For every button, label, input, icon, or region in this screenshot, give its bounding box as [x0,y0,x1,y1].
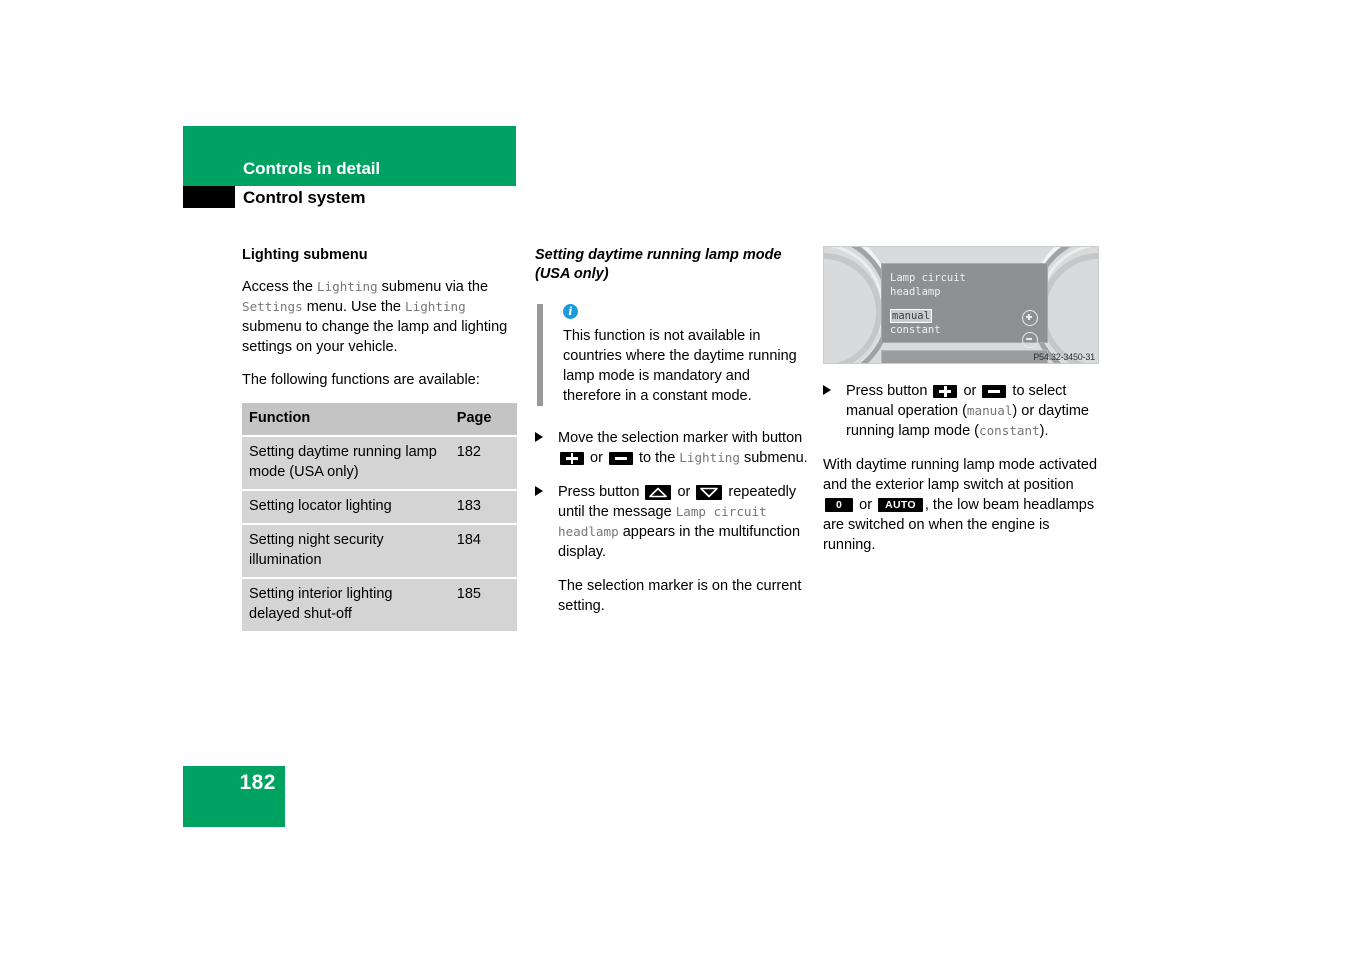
info-note-text: This function is not available in countr… [563,328,797,404]
info-icon: i [563,304,578,319]
mono-manual: manual [966,403,1013,418]
lamp-switch-auto-badge: AUTO [878,498,923,513]
note-side-bar [537,304,543,406]
page-number-box: 182 [183,766,285,827]
daytime-running-lamp-heading: Setting daytime running lamp mode (USA o… [535,247,782,282]
text-fragment: submenu to change the lamp and lighting … [242,319,508,355]
section-marker-tab [183,186,235,208]
table-row: Setting interior lighting delayed shut-o… [242,578,517,631]
table-row: Setting night security illumination 184 [242,524,517,579]
cell-page: 185 [449,578,517,631]
cell-page: 183 [449,490,517,525]
display-line-2: headlamp [890,286,941,298]
instrument-cluster-figure: Lamp circuit headlamp manual constant P5… [823,246,1099,364]
plus-button-icon [560,451,584,465]
column-header-function: Function [242,403,450,437]
mono-lighting-1: Lighting [316,279,378,294]
text-fragment: or [959,383,981,399]
mono-lighting: Lighting [679,450,740,465]
bullet-arrow-icon [823,385,831,395]
step-press-button-until-message: Press button or repeatedly until the mes… [535,482,811,562]
functions-table: Function Page Setting daytime running la… [242,403,517,631]
cell-function: Setting daytime running lamp mode (USA o… [242,436,450,491]
right-column: Lamp circuit headlamp manual constant P5… [823,246,1101,555]
cell-function: Setting locator lighting [242,490,450,525]
bullet-arrow-icon [535,486,543,496]
figure-code: P54.32-3450-31 [1033,352,1095,362]
functions-intro: The following functions are available: [242,372,480,388]
text-fragment: menu. Use the [302,299,406,315]
lighting-submenu-description: Access the Lighting submenu via the Sett… [242,277,518,357]
display-option-other: constant [890,324,941,336]
text-fragment: submenu. [739,450,808,466]
minus-button-icon [982,384,1007,398]
text-fragment: submenu via the [377,279,489,295]
left-column: Lighting submenu Access the Lighting sub… [242,246,518,631]
info-note-box: i This function is not available in coun… [535,304,811,406]
display-line-1: Lamp circuit [890,272,966,284]
text-fragment: ). [1039,423,1049,439]
step-move-selection-marker: Move the selection marker with button or… [535,428,811,468]
step-press-button-select-mode: Press button or to select manual operati… [823,381,1101,441]
down-arrow-button-icon [696,484,723,500]
mono-constant: constant [979,423,1040,438]
mono-lighting-2: Lighting [405,299,466,314]
cell-page: 182 [449,436,517,491]
middle-column: Setting daytime running lamp mode (USA o… [535,246,811,630]
display-spacer [890,299,1039,309]
text-fragment: or [855,497,877,513]
text-fragment: or [586,450,607,466]
plus-circle-icon [1022,310,1038,326]
table-row: Setting locator lighting 183 [242,490,517,525]
display-option-selected: manual [890,309,932,323]
text-fragment: Access the [242,279,317,295]
cell-function: Setting interior lighting delayed shut-o… [242,578,450,631]
text-fragment: Press button [558,484,644,500]
cell-function: Setting night security illumination [242,524,450,579]
multifunction-display: Lamp circuit headlamp manual constant [881,263,1048,348]
daytime-running-lamp-explanation: With daytime running lamp mode activated… [823,455,1101,555]
plus-button-icon [933,384,958,398]
display-lower-band [881,350,1048,363]
up-arrow-button-icon [645,484,672,500]
text-fragment: Press button [846,383,932,399]
cell-page: 184 [449,524,517,579]
text-fragment: With daytime running lamp mode activated… [823,457,1098,493]
table-row: Setting daytime running lamp mode (USA o… [242,436,517,491]
chapter-header-banner: Controls in detail [183,126,516,186]
bullet-arrow-icon [535,432,543,442]
minus-circle-icon [1022,332,1038,348]
text-fragment: Move the selection marker with button [558,430,803,446]
text-fragment: or [673,484,695,500]
table-header-row: Function Page [242,403,517,437]
section-title: Control system [243,188,366,207]
lighting-submenu-heading: Lighting submenu [242,247,368,263]
lamp-switch-position-0-badge: 0 [825,498,854,513]
display-option-selected-row: manual [890,309,1039,323]
minus-button-icon [608,451,633,465]
step-note-selection-marker: The selection marker is on the current s… [558,578,802,614]
text-fragment: to the [634,450,680,466]
mono-settings: Settings [242,299,303,314]
page-number: 182 [239,771,276,794]
chapter-title: Controls in detail [243,159,381,178]
column-header-page: Page [449,403,517,437]
